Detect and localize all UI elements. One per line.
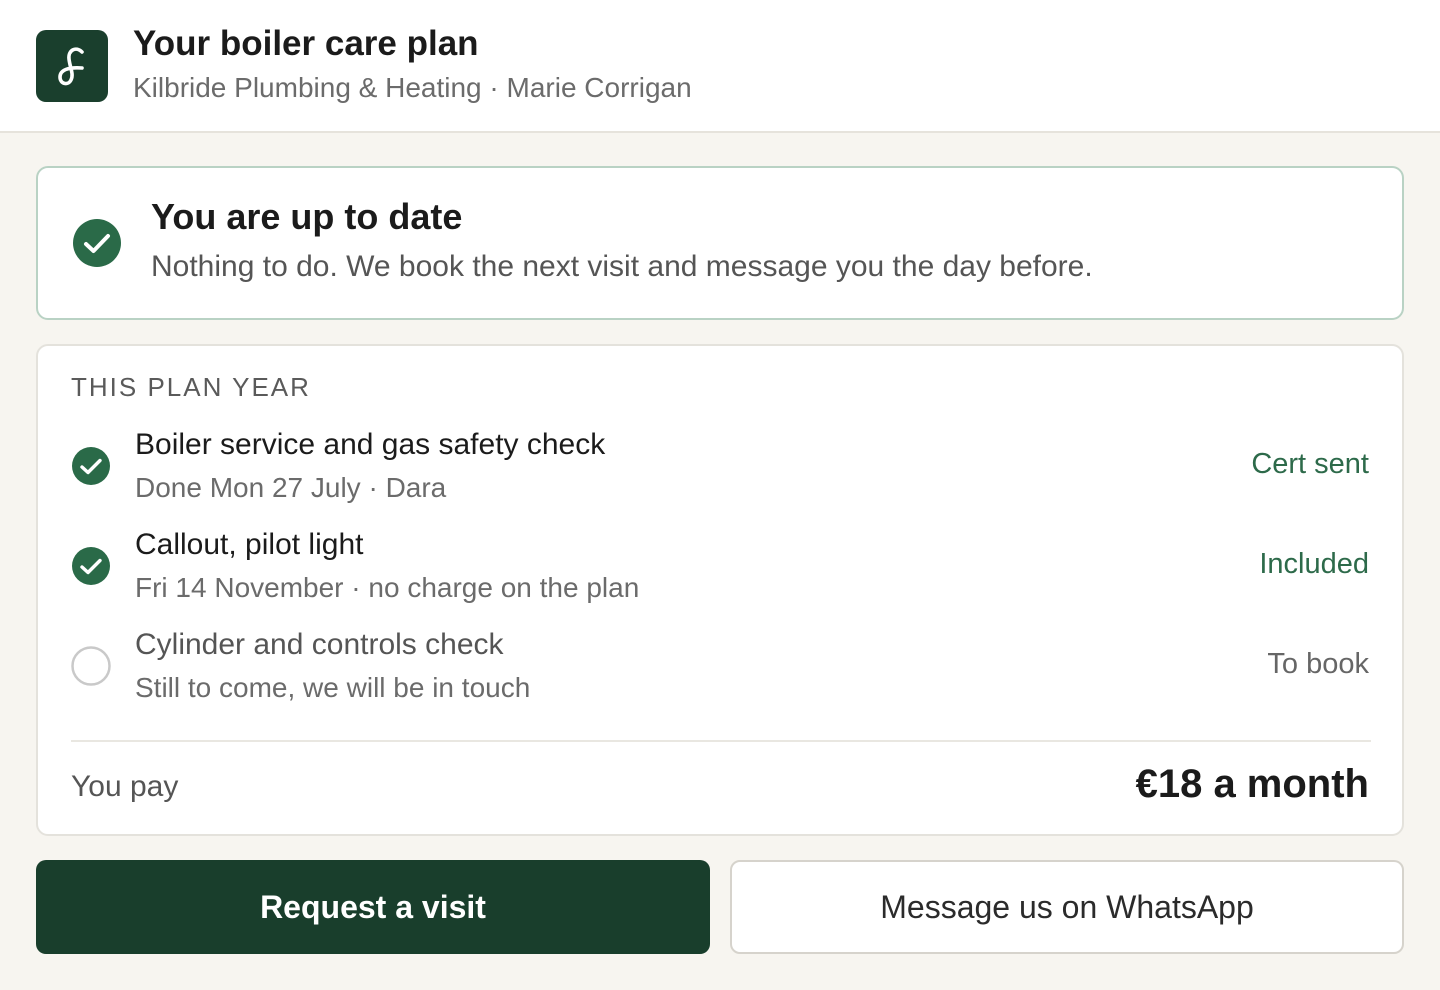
section-label: THIS PLAN YEAR bbox=[71, 372, 311, 402]
check-circle-icon bbox=[72, 218, 122, 273]
status-badge: Cert sent bbox=[1251, 448, 1369, 480]
divider bbox=[71, 740, 1371, 742]
empty-circle-icon bbox=[71, 646, 111, 691]
pay-label: You pay bbox=[71, 770, 179, 803]
plan-item-detail: Done Mon 27 July · Dara bbox=[135, 472, 447, 503]
plan-item-title: Boiler service and gas safety check bbox=[135, 428, 606, 461]
plan-item-callout: Callout, pilot light Fri 14 November · n… bbox=[38, 528, 1402, 618]
plan-item-title: Cylinder and controls check bbox=[135, 628, 504, 661]
app-header: Your boiler care plan Kilbride Plumbing … bbox=[0, 0, 1440, 133]
status-message: Nothing to do. We book the next visit an… bbox=[151, 250, 1093, 283]
whatsapp-message-button[interactable]: Message us on WhatsApp bbox=[730, 860, 1404, 954]
script-f-logo-icon bbox=[36, 30, 108, 102]
plan-item-detail: Fri 14 November · no charge on the plan bbox=[135, 572, 640, 603]
plan-item-title: Callout, pilot light bbox=[135, 528, 364, 561]
plan-summary-card: THIS PLAN YEAR Boiler service and gas sa… bbox=[36, 344, 1404, 836]
status-badge: To book bbox=[1267, 648, 1369, 680]
page-title: Your boiler care plan bbox=[133, 24, 479, 63]
plan-item-detail: Still to come, we will be in touch bbox=[135, 672, 531, 703]
business-subtitle: Kilbride Plumbing & Heating · Marie Corr… bbox=[133, 72, 692, 103]
pay-amount: €18 a month bbox=[1135, 762, 1369, 806]
request-visit-button[interactable]: Request a visit bbox=[36, 860, 710, 954]
plan-item-boiler-service: Boiler service and gas safety check Done… bbox=[38, 428, 1402, 518]
status-title: You are up to date bbox=[151, 196, 463, 237]
status-banner: You are up to date Nothing to do. We boo… bbox=[36, 166, 1404, 320]
status-badge: Included bbox=[1259, 548, 1369, 580]
check-circle-icon bbox=[71, 446, 111, 491]
plan-item-cylinder-check: Cylinder and controls check Still to com… bbox=[38, 628, 1402, 718]
check-circle-icon bbox=[71, 546, 111, 591]
